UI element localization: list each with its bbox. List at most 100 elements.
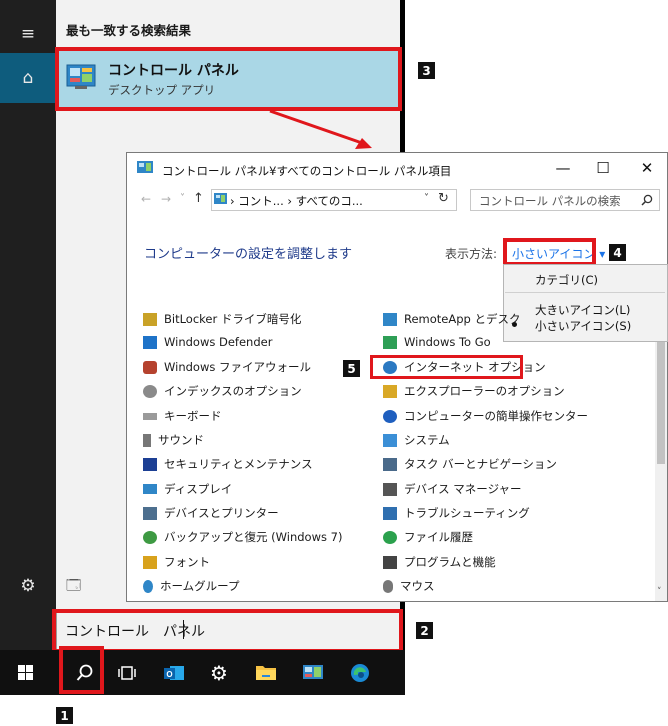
system-icon	[383, 433, 397, 447]
bitlocker-icon	[143, 312, 157, 326]
cp-item-file-history[interactable]: ファイル履歴	[383, 529, 473, 545]
search-highlight-frame	[52, 609, 403, 653]
homegroup-icon	[143, 579, 153, 593]
cp-item-security-maintenance[interactable]: セキュリティとメンテナンス	[143, 456, 313, 472]
window-title: コントロール パネル¥すべてのコントロール パネル項目	[162, 164, 452, 178]
best-match-heading: 最も一致する検索結果	[66, 23, 192, 38]
view-dropdown-highlight-frame	[503, 238, 596, 266]
item-label: Windows To Go	[404, 335, 491, 349]
item-label: Windows ファイアウォール	[164, 360, 311, 374]
step-badge-1: 1	[56, 707, 73, 724]
mouse-icon	[383, 579, 393, 593]
cp-item-indexing[interactable]: インデックスのオプション	[143, 383, 302, 399]
cp-item-ease-of-access[interactable]: コンピューターの簡単操作センター	[383, 408, 588, 424]
item-label: システム	[404, 433, 450, 447]
item-label: フォント	[164, 555, 210, 569]
item-label: RemoteApp とデスク	[404, 312, 521, 326]
edge-icon[interactable]	[337, 650, 383, 695]
device-manager-icon	[383, 482, 397, 496]
cp-item-windows-to-go[interactable]: Windows To Go	[383, 335, 491, 349]
start-rail: ≡ ⌂ ⚙	[0, 0, 56, 650]
cp-item-windows-defender[interactable]: Windows Defender	[143, 335, 272, 349]
scroll-down-arrow-icon[interactable]: ˅	[657, 587, 662, 597]
item-label: エクスプローラーのオプション	[404, 384, 565, 398]
cp-item-fonts[interactable]: フォント	[143, 554, 210, 570]
back-arrow-icon[interactable]: ←	[141, 192, 151, 206]
cp-item-mouse[interactable]: マウス	[383, 578, 435, 594]
hamburger-menu-icon[interactable]: ≡	[0, 14, 56, 54]
recent-dropdown-icon[interactable]: ˅	[180, 193, 185, 204]
remoteapp-icon	[383, 312, 397, 326]
svg-text:O: O	[166, 670, 172, 679]
internet-options-highlight-frame	[370, 355, 523, 379]
menu-item-small-icons[interactable]: 小さいアイコン(S)	[535, 318, 631, 334]
up-arrow-icon[interactable]: ↑	[193, 191, 204, 206]
file-history-icon	[383, 530, 397, 544]
windows-start-icon[interactable]	[2, 650, 48, 695]
cp-item-system[interactable]: システム	[383, 432, 450, 448]
defender-icon	[143, 335, 157, 349]
ease-of-access-icon	[383, 409, 397, 423]
settings-icon[interactable]: ⚙	[196, 650, 242, 695]
close-icon[interactable]: ✕	[630, 158, 664, 178]
item-label: トラブルシューティング	[404, 506, 530, 520]
cp-item-programs-features[interactable]: プログラムと機能	[383, 554, 496, 570]
address-path: › コント... › すべてのコ...	[230, 194, 363, 208]
backup-icon	[143, 530, 157, 544]
search-magnifier-icon[interactable]	[641, 194, 653, 206]
printer-icon	[143, 506, 157, 520]
cp-item-sound[interactable]: サウンド	[143, 432, 204, 448]
cp-item-homegroup[interactable]: ホームグループ	[143, 578, 239, 594]
sound-icon	[143, 433, 151, 447]
keyboard-icon	[143, 412, 157, 420]
step-badge-5: 5	[343, 360, 360, 377]
item-label: インデックスのオプション	[164, 384, 302, 398]
cp-item-display[interactable]: ディスプレイ	[143, 481, 232, 497]
cp-item-devices-printers[interactable]: デバイスとプリンター	[143, 505, 279, 521]
file-explorer-icon[interactable]	[243, 650, 289, 695]
cp-item-explorer-options[interactable]: エクスプローラーのオプション	[383, 383, 565, 399]
item-label: バックアップと復元 (Windows 7)	[164, 530, 343, 544]
cp-item-troubleshooting[interactable]: トラブルシューティング	[383, 505, 530, 521]
item-label: Windows Defender	[164, 335, 273, 349]
document-icon[interactable]: 🗔	[66, 575, 81, 599]
item-label: マウス	[400, 579, 435, 593]
cp-item-taskbar-navigation[interactable]: タスク バーとナビゲーション	[383, 456, 557, 472]
task-view-icon[interactable]	[104, 650, 150, 695]
cp-item-keyboard[interactable]: キーボード	[143, 408, 222, 424]
menu-separator	[505, 292, 665, 293]
cp-item-device-manager[interactable]: デバイス マネージャー	[383, 481, 522, 497]
forward-arrow-icon[interactable]: →	[161, 192, 171, 206]
item-label: ファイル履歴	[404, 530, 473, 544]
cp-item-remoteapp[interactable]: RemoteApp とデスク	[383, 311, 521, 327]
outlook-icon[interactable]: O	[151, 650, 197, 695]
item-label: ホームグループ	[160, 579, 240, 593]
step-badge-3: 3	[418, 62, 435, 79]
item-label: デバイスとプリンター	[164, 506, 279, 520]
maximize-icon[interactable]: ☐	[586, 158, 620, 178]
cp-item-backup-restore[interactable]: バックアップと復元 (Windows 7)	[143, 529, 342, 545]
settings-gear-icon[interactable]: ⚙	[0, 566, 56, 606]
control-panel-taskbar-icon[interactable]	[290, 650, 336, 695]
minimize-icon[interactable]: —	[546, 158, 580, 178]
refresh-icon[interactable]: ↻	[438, 191, 449, 206]
menu-item-category[interactable]: カテゴリ(C)	[535, 272, 598, 288]
windows-to-go-icon	[383, 335, 397, 349]
address-dropdown-icon[interactable]: ˅	[424, 193, 429, 204]
view-by-label: 表示方法:	[445, 247, 498, 261]
taskbar-settings-icon	[383, 457, 397, 471]
cp-item-bitlocker[interactable]: BitLocker ドライブ暗号化	[143, 311, 301, 327]
item-label: ディスプレイ	[164, 482, 233, 496]
troubleshooting-icon	[383, 506, 397, 520]
item-label: セキュリティとメンテナンス	[164, 457, 313, 471]
menu-item-large-icons[interactable]: 大きいアイコン(L)	[535, 302, 630, 318]
window-app-icon	[137, 161, 153, 173]
scrollbar-thumb[interactable]	[657, 342, 665, 464]
result-highlight-frame	[55, 47, 402, 111]
item-label: デバイス マネージャー	[404, 482, 522, 496]
home-icon[interactable]: ⌂	[0, 53, 56, 103]
step-badge-4: 4	[609, 244, 626, 261]
search-placeholder: コントロール パネルの検索	[479, 194, 621, 208]
settings-heading: コンピューターの設定を調整します	[144, 247, 353, 262]
cp-item-firewall[interactable]: Windows ファイアウォール	[143, 359, 311, 375]
